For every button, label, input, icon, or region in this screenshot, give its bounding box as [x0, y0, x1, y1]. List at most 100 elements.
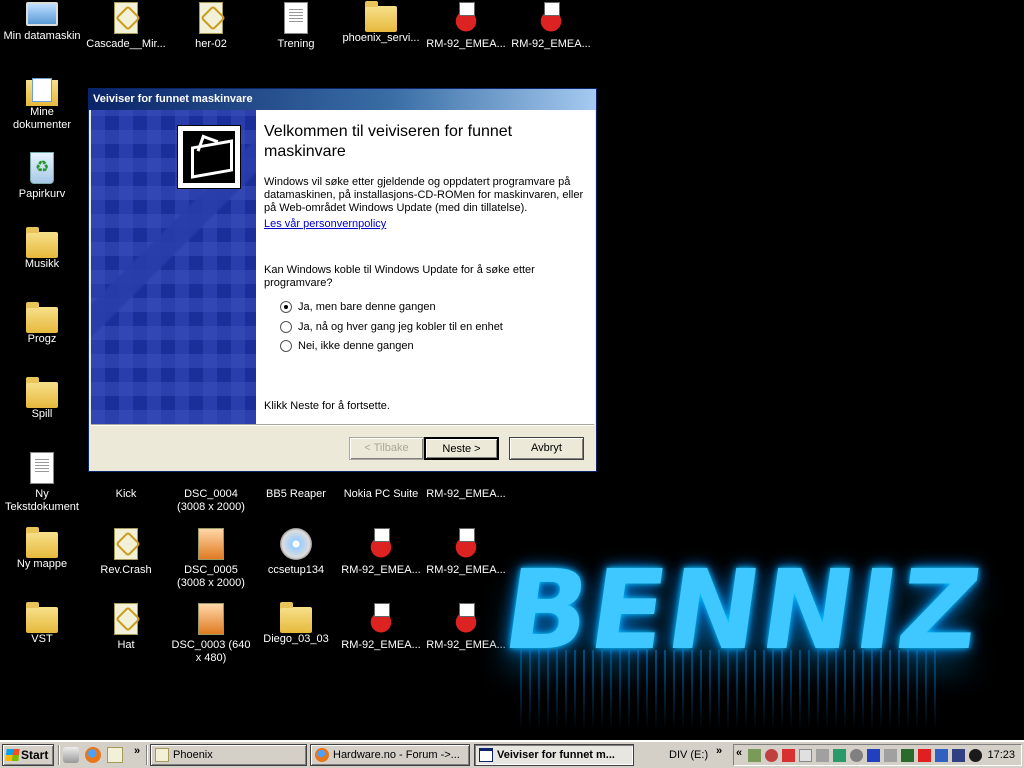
privacy-policy-link[interactable]: Les vår personvernpolicy: [264, 218, 386, 230]
desktop-icon-rm92-1[interactable]: RM-92_EMEA...: [424, 2, 508, 51]
radio-icon[interactable]: [280, 340, 292, 352]
diagram-file-icon: [199, 2, 223, 34]
firmware-file-icon: [365, 528, 397, 560]
desktop-icon-my-documents[interactable]: Mine dokumenter: [0, 76, 84, 132]
desktop-icon-dsc-0004[interactable]: DSC_0004 (3008 x 2000): [169, 474, 253, 514]
window-title[interactable]: Veiviser for funnet maskinvare: [89, 89, 596, 110]
desktop-icon-ny-mappe[interactable]: Ny mappe: [0, 527, 84, 571]
desktop-icon-vst[interactable]: VST: [0, 602, 84, 646]
folder-icon: [365, 1, 397, 32]
desktop-icon-rev-crash[interactable]: Rev.Crash: [84, 528, 168, 577]
desktop-icon-cascade[interactable]: Cascade__Mir...: [84, 2, 168, 51]
tray-app-icon[interactable]: [952, 749, 965, 762]
desktop-icon-dsc-0003[interactable]: DSC_0003 (640 x 480): [169, 603, 253, 665]
desktop-icon-rm92-5[interactable]: RM-92_EMEA...: [424, 528, 508, 577]
radio-label: Ja, men bare denne gangen: [298, 301, 436, 313]
wizard-question: Kan Windows koble til Windows Update for…: [264, 264, 535, 289]
desktop-icon-my-computer[interactable]: Min datamaskin: [0, 2, 84, 43]
tray-app-icon[interactable]: [833, 749, 846, 762]
image-file-icon: [198, 528, 224, 560]
folder-icon: [26, 302, 58, 333]
drive-toolbar-overflow[interactable]: »: [716, 745, 722, 757]
desktop-icon-recycle-bin[interactable]: Papirkurv: [0, 152, 84, 201]
wizard-description: Windows vil søke etter gjeldende og oppd…: [264, 176, 584, 214]
desktop-icon-spill[interactable]: Spill: [0, 377, 84, 421]
system-tray: « 17:23: [733, 744, 1022, 766]
desktop-icon-bb5-reaper[interactable]: BB5 Reaper: [254, 474, 338, 501]
radio-selected-icon[interactable]: [280, 301, 292, 313]
desktop-icon-musikk[interactable]: Musikk: [0, 227, 84, 271]
text-document-icon: [30, 452, 54, 484]
desktop-icon-rm92-6[interactable]: RM-92_EMEA...: [339, 603, 423, 652]
tray-app-icon[interactable]: [918, 749, 931, 762]
wizard-side-panel: [91, 110, 256, 424]
radio-option-this-time[interactable]: Ja, men bare denne gangen: [280, 301, 436, 313]
wizard-content: Velkommen til veiviseren for funnet mask…: [256, 110, 595, 424]
show-desktop-icon[interactable]: [63, 747, 79, 763]
radio-label: Nei, ikke denne gangen: [298, 340, 414, 352]
task-label: Phoenix: [173, 749, 213, 761]
task-found-hardware-wizard[interactable]: Veiviser for funnet m...: [474, 744, 634, 766]
found-hardware-wizard: Veiviser for funnet maskinvare Velkommen…: [88, 88, 597, 472]
folder-icon: [26, 527, 58, 558]
desktop-icon-rm92-4[interactable]: RM-92_EMEA...: [339, 528, 423, 577]
clock[interactable]: 17:23: [987, 748, 1015, 762]
firmware-file-icon: [535, 2, 567, 34]
tray-app-icon[interactable]: [935, 749, 948, 762]
tray-app-icon[interactable]: [867, 749, 880, 762]
window-icon: [479, 748, 493, 762]
diagram-file-icon: [114, 603, 138, 635]
button-separator: [91, 424, 594, 426]
tray-app-icon[interactable]: [850, 749, 863, 762]
recycle-bin-icon: [30, 152, 54, 184]
desktop-icon-rm92-7[interactable]: RM-92_EMEA...: [424, 603, 508, 652]
diagram-app-icon[interactable]: [107, 747, 123, 763]
folder-icon: [26, 227, 58, 258]
task-label: Hardware.no - Forum ->...: [333, 749, 460, 761]
back-button[interactable]: < Tilbake: [349, 437, 424, 460]
task-phoenix[interactable]: Phoenix: [150, 744, 307, 766]
desktop-icon-dsc-0005[interactable]: DSC_0005 (3008 x 2000): [169, 528, 253, 590]
wizard-footer-text: Klikk Neste for å fortsette.: [264, 400, 390, 412]
firmware-file-icon: [450, 528, 482, 560]
firmware-file-icon: [365, 603, 397, 635]
radio-option-every-time[interactable]: Ja, nå og hver gang jeg kobler til en en…: [280, 321, 503, 333]
computer-icon: [26, 2, 58, 26]
tray-app-icon[interactable]: [884, 749, 897, 762]
tray-app-icon[interactable]: [765, 749, 778, 762]
cancel-button[interactable]: Avbryt: [509, 437, 584, 460]
desktop-icon-nokia-pc-suite[interactable]: Nokia PC Suite: [339, 474, 423, 501]
start-button[interactable]: Start: [2, 744, 54, 766]
firefox-icon[interactable]: [85, 747, 101, 763]
quicklaunch-overflow[interactable]: »: [134, 745, 140, 757]
tray-app-icon[interactable]: [969, 749, 982, 762]
desktop-icon-ccsetup134[interactable]: ccsetup134: [254, 528, 338, 577]
tray-app-icon[interactable]: [782, 749, 795, 762]
desktop-icon-progz[interactable]: Progz: [0, 302, 84, 346]
radio-icon[interactable]: [280, 321, 292, 333]
drive-toolbar[interactable]: DIV (E:): [669, 746, 708, 764]
desktop-icon-phoenix-service[interactable]: phoenix_servi...: [339, 1, 423, 45]
start-label: Start: [21, 748, 49, 762]
desktop-icon-trening[interactable]: Trening: [254, 2, 338, 51]
tray-app-icon[interactable]: [901, 749, 914, 762]
radio-label: Ja, nå og hver gang jeg kobler til en en…: [298, 321, 503, 333]
desktop-icon-her-02[interactable]: her-02: [169, 2, 253, 51]
desktop-icon-ny-tekstdokument[interactable]: Ny Tekstdokument: [0, 452, 84, 514]
taskbar-separator: [58, 745, 60, 765]
taskbar: Start » Phoenix Hardware.no - Forum ->..…: [0, 740, 1024, 768]
desktop-icon-diego[interactable]: Diego_03_03: [254, 602, 338, 646]
tray-app-icon[interactable]: [816, 749, 829, 762]
desktop-icon-hat[interactable]: Hat: [84, 603, 168, 652]
tray-app-icon[interactable]: [748, 749, 761, 762]
tray-expand[interactable]: «: [736, 747, 742, 759]
folder-icon: [26, 602, 58, 633]
tray-app-icon[interactable]: [799, 749, 812, 762]
desktop-icon-kick[interactable]: Kick: [84, 474, 168, 501]
document-icon: [284, 2, 308, 34]
task-firefox-forum[interactable]: Hardware.no - Forum ->...: [310, 744, 470, 766]
radio-option-not-now[interactable]: Nei, ikke denne gangen: [280, 340, 414, 352]
desktop-icon-rm92-2[interactable]: RM-92_EMEA...: [509, 2, 593, 51]
next-button[interactable]: Neste >: [424, 437, 499, 460]
desktop-icon-rm92-3[interactable]: RM-92_EMEA...: [424, 474, 508, 501]
